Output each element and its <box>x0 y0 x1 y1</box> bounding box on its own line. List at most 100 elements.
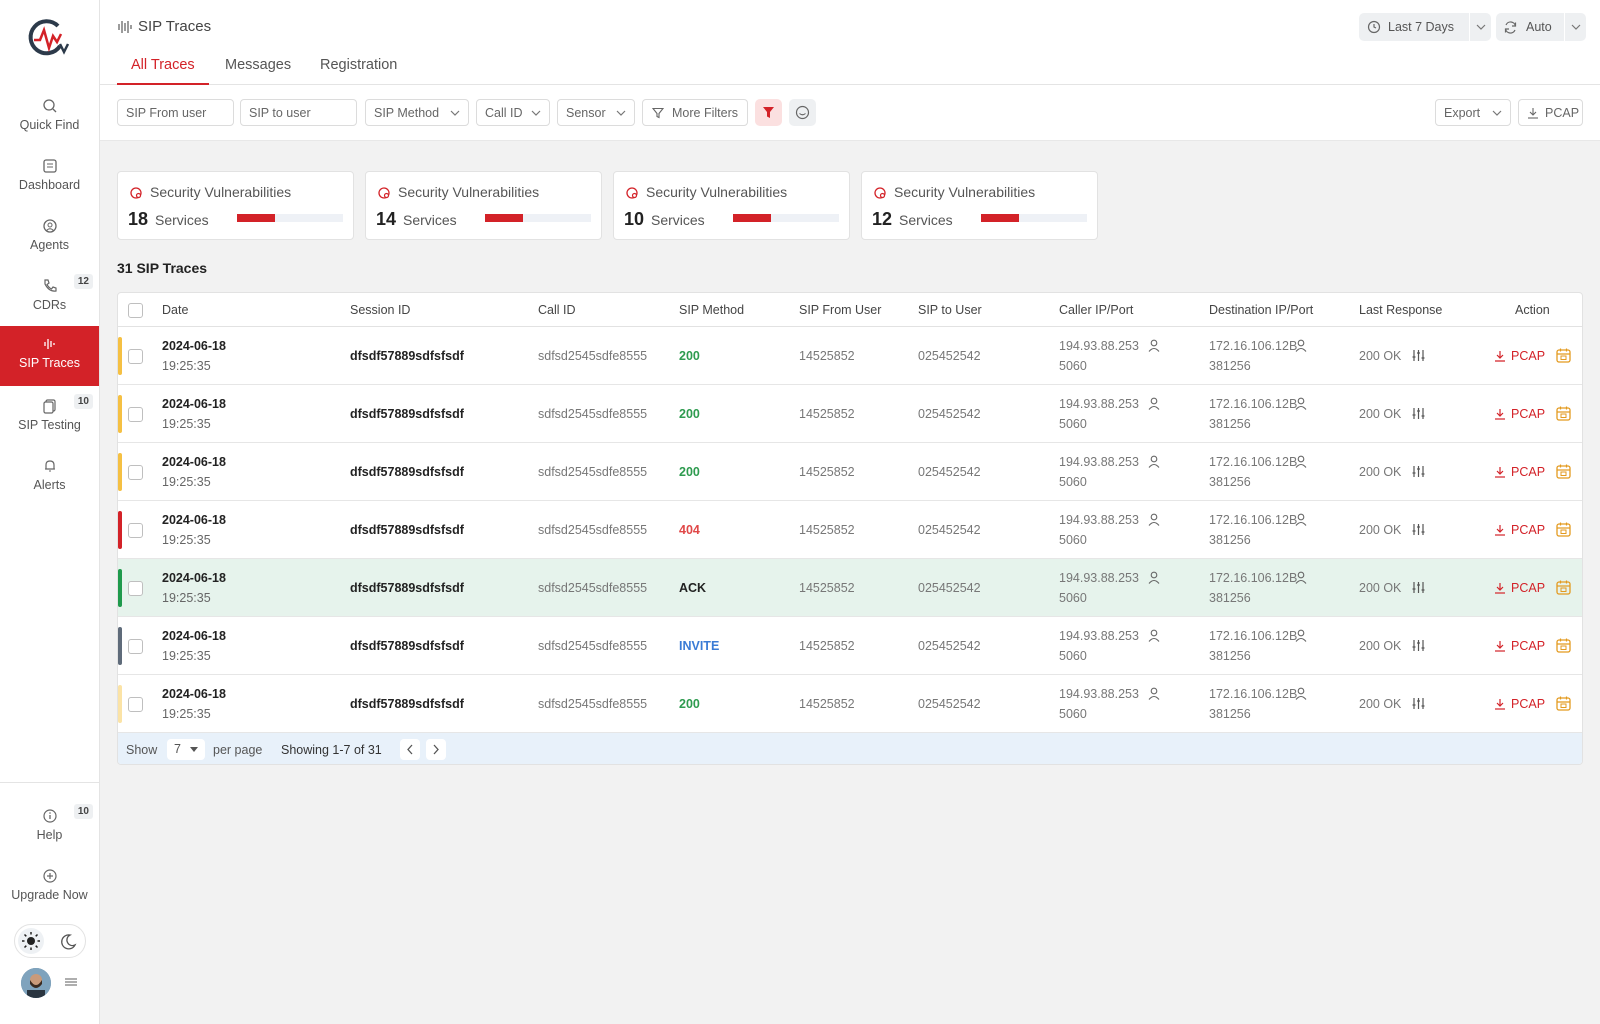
tab-all-traces[interactable]: All Traces <box>117 54 209 85</box>
moon-icon[interactable] <box>59 933 77 951</box>
row-checkbox[interactable] <box>128 349 143 364</box>
column-header[interactable]: Destination IP/Port <box>1209 303 1313 317</box>
vulnerability-card[interactable]: Security Vulnerabilities 12 Services <box>861 171 1098 240</box>
prev-page-button[interactable] <box>400 739 420 760</box>
calendar-icon[interactable] <box>1555 579 1572 596</box>
refresh-caret[interactable] <box>1564 13 1586 41</box>
row-checkbox[interactable] <box>128 639 143 654</box>
sidebar-item-alerts[interactable]: Alerts <box>0 448 99 508</box>
sliders-icon[interactable] <box>1412 349 1425 362</box>
sidebar-item-quick-find[interactable]: Quick Find <box>0 88 99 148</box>
pcap-download-button[interactable]: PCAP <box>1518 99 1583 126</box>
session-id[interactable]: dfsdf57889sdfsfsdf <box>350 465 464 479</box>
sidebar-item-dashboard[interactable]: Dashboard <box>0 148 99 208</box>
sensor-select[interactable]: Sensor <box>557 99 635 126</box>
vulnerability-card[interactable]: Security Vulnerabilities 18 Services <box>117 171 354 240</box>
row-checkbox[interactable] <box>128 523 143 538</box>
session-id[interactable]: dfsdf57889sdfsfsdf <box>350 407 464 421</box>
last-response: 200 OK <box>1359 581 1402 595</box>
session-id[interactable]: dfsdf57889sdfsfsdf <box>350 523 464 537</box>
column-header[interactable]: SIP Method <box>679 303 744 317</box>
sliders-icon[interactable] <box>1412 465 1425 478</box>
download-icon <box>1495 699 1505 710</box>
table-row[interactable]: 2024-06-18 19:25:35 dfsdf57889sdfsfsdf s… <box>118 501 1582 559</box>
column-header[interactable]: SIP to User <box>918 303 982 317</box>
row-checkbox[interactable] <box>128 407 143 422</box>
active-filter-button[interactable] <box>755 99 782 126</box>
clock-icon <box>1367 20 1381 34</box>
time-range-caret[interactable] <box>1469 13 1491 41</box>
sliders-icon[interactable] <box>1412 639 1425 652</box>
call-id-select[interactable]: Call ID <box>476 99 550 126</box>
calendar-icon[interactable] <box>1555 347 1572 364</box>
sip-to-user-input[interactable]: SIP to user <box>240 99 357 126</box>
select-all-checkbox[interactable] <box>128 303 143 318</box>
sidebar-item-sip-testing[interactable]: SIP Testing 10 <box>0 388 99 448</box>
sliders-icon[interactable] <box>1412 581 1425 594</box>
caller-ip: 194.93.88.253 <box>1059 455 1139 469</box>
caller-ip: 194.93.88.253 <box>1059 571 1139 585</box>
row-checkbox[interactable] <box>128 697 143 712</box>
row-checkbox[interactable] <box>128 581 143 596</box>
session-id[interactable]: dfsdf57889sdfsfsdf <box>350 581 464 595</box>
table-row[interactable]: 2024-06-18 19:25:35 dfsdf57889sdfsfsdf s… <box>118 559 1582 617</box>
refresh-select[interactable]: Auto <box>1496 13 1586 41</box>
column-header[interactable]: Caller IP/Port <box>1059 303 1133 317</box>
table-row[interactable]: 2024-06-18 19:25:35 dfsdf57889sdfsfsdf s… <box>118 617 1582 675</box>
filter-preset-button[interactable] <box>789 99 816 126</box>
export-select[interactable]: Export <box>1435 99 1511 126</box>
table-row[interactable]: 2024-06-18 19:25:35 dfsdf57889sdfsfsdf s… <box>118 675 1582 733</box>
pcap-action-link[interactable]: PCAP <box>1494 581 1545 595</box>
table-row[interactable]: 2024-06-18 19:25:35 dfsdf57889sdfsfsdf s… <box>118 385 1582 443</box>
vulnerability-card[interactable]: Security Vulnerabilities 10 Services <box>613 171 850 240</box>
tab-messages[interactable]: Messages <box>211 54 305 85</box>
sidebar-item-upgrade[interactable]: Upgrade Now <box>0 858 99 918</box>
column-header[interactable]: Call ID <box>538 303 576 317</box>
table-row[interactable]: 2024-06-18 19:25:35 dfsdf57889sdfsfsdf s… <box>118 443 1582 501</box>
column-header[interactable]: Date <box>162 303 188 317</box>
sidebar-item-label: SIP Testing <box>18 418 81 432</box>
light-mode-button[interactable] <box>18 928 44 954</box>
per-page-select[interactable]: 7 <box>167 739 205 760</box>
column-header[interactable]: Session ID <box>350 303 410 317</box>
sliders-icon[interactable] <box>1412 407 1425 420</box>
next-page-button[interactable] <box>426 739 446 760</box>
pcap-action-link[interactable]: PCAP <box>1494 523 1545 537</box>
pcap-action-label: PCAP <box>1511 581 1546 595</box>
table-row[interactable]: 2024-06-18 19:25:35 dfsdf57889sdfsfsdf s… <box>118 327 1582 385</box>
column-header[interactable]: Last Response <box>1359 303 1442 317</box>
calendar-icon[interactable] <box>1555 405 1572 422</box>
pcap-action-link[interactable]: PCAP <box>1494 697 1545 711</box>
app-logo[interactable] <box>26 18 70 58</box>
calendar-icon[interactable] <box>1555 521 1572 538</box>
sidebar-item-cdrs[interactable]: CDRs 12 <box>0 268 99 328</box>
session-id[interactable]: dfsdf57889sdfsfsdf <box>350 349 464 363</box>
avatar[interactable] <box>21 968 51 998</box>
session-id[interactable]: dfsdf57889sdfsfsdf <box>350 697 464 711</box>
card-count: 12 <box>872 209 893 229</box>
calendar-icon[interactable] <box>1555 637 1572 654</box>
pcap-action-link[interactable]: PCAP <box>1494 349 1545 363</box>
session-id[interactable]: dfsdf57889sdfsfsdf <box>350 639 464 653</box>
menu-icon[interactable] <box>64 975 78 989</box>
sidebar-item-sip-traces[interactable]: SIP Traces <box>0 326 99 386</box>
sidebar-item-help[interactable]: Help 10 <box>0 798 99 858</box>
sidebar-item-agents[interactable]: Agents <box>0 208 99 268</box>
search-icon <box>42 99 56 113</box>
more-filters-button[interactable]: More Filters <box>642 99 748 126</box>
column-header[interactable]: SIP From User <box>799 303 881 317</box>
sliders-icon[interactable] <box>1412 523 1425 536</box>
row-checkbox[interactable] <box>128 465 143 480</box>
tab-registration[interactable]: Registration <box>306 54 411 85</box>
pcap-action-link[interactable]: PCAP <box>1494 407 1545 421</box>
pcap-action-link[interactable]: PCAP <box>1494 465 1545 479</box>
vulnerability-card[interactable]: Security Vulnerabilities 14 Services <box>365 171 602 240</box>
sliders-icon[interactable] <box>1412 697 1425 710</box>
calendar-icon[interactable] <box>1555 463 1572 480</box>
sip-from-user-input[interactable]: SIP From user <box>117 99 234 126</box>
pcap-action-link[interactable]: PCAP <box>1494 639 1545 653</box>
sip-method-select[interactable]: SIP Method <box>365 99 469 126</box>
theme-toggle[interactable] <box>14 924 86 958</box>
calendar-icon[interactable] <box>1555 695 1572 712</box>
time-range-select[interactable]: Last 7 Days <box>1359 13 1491 41</box>
